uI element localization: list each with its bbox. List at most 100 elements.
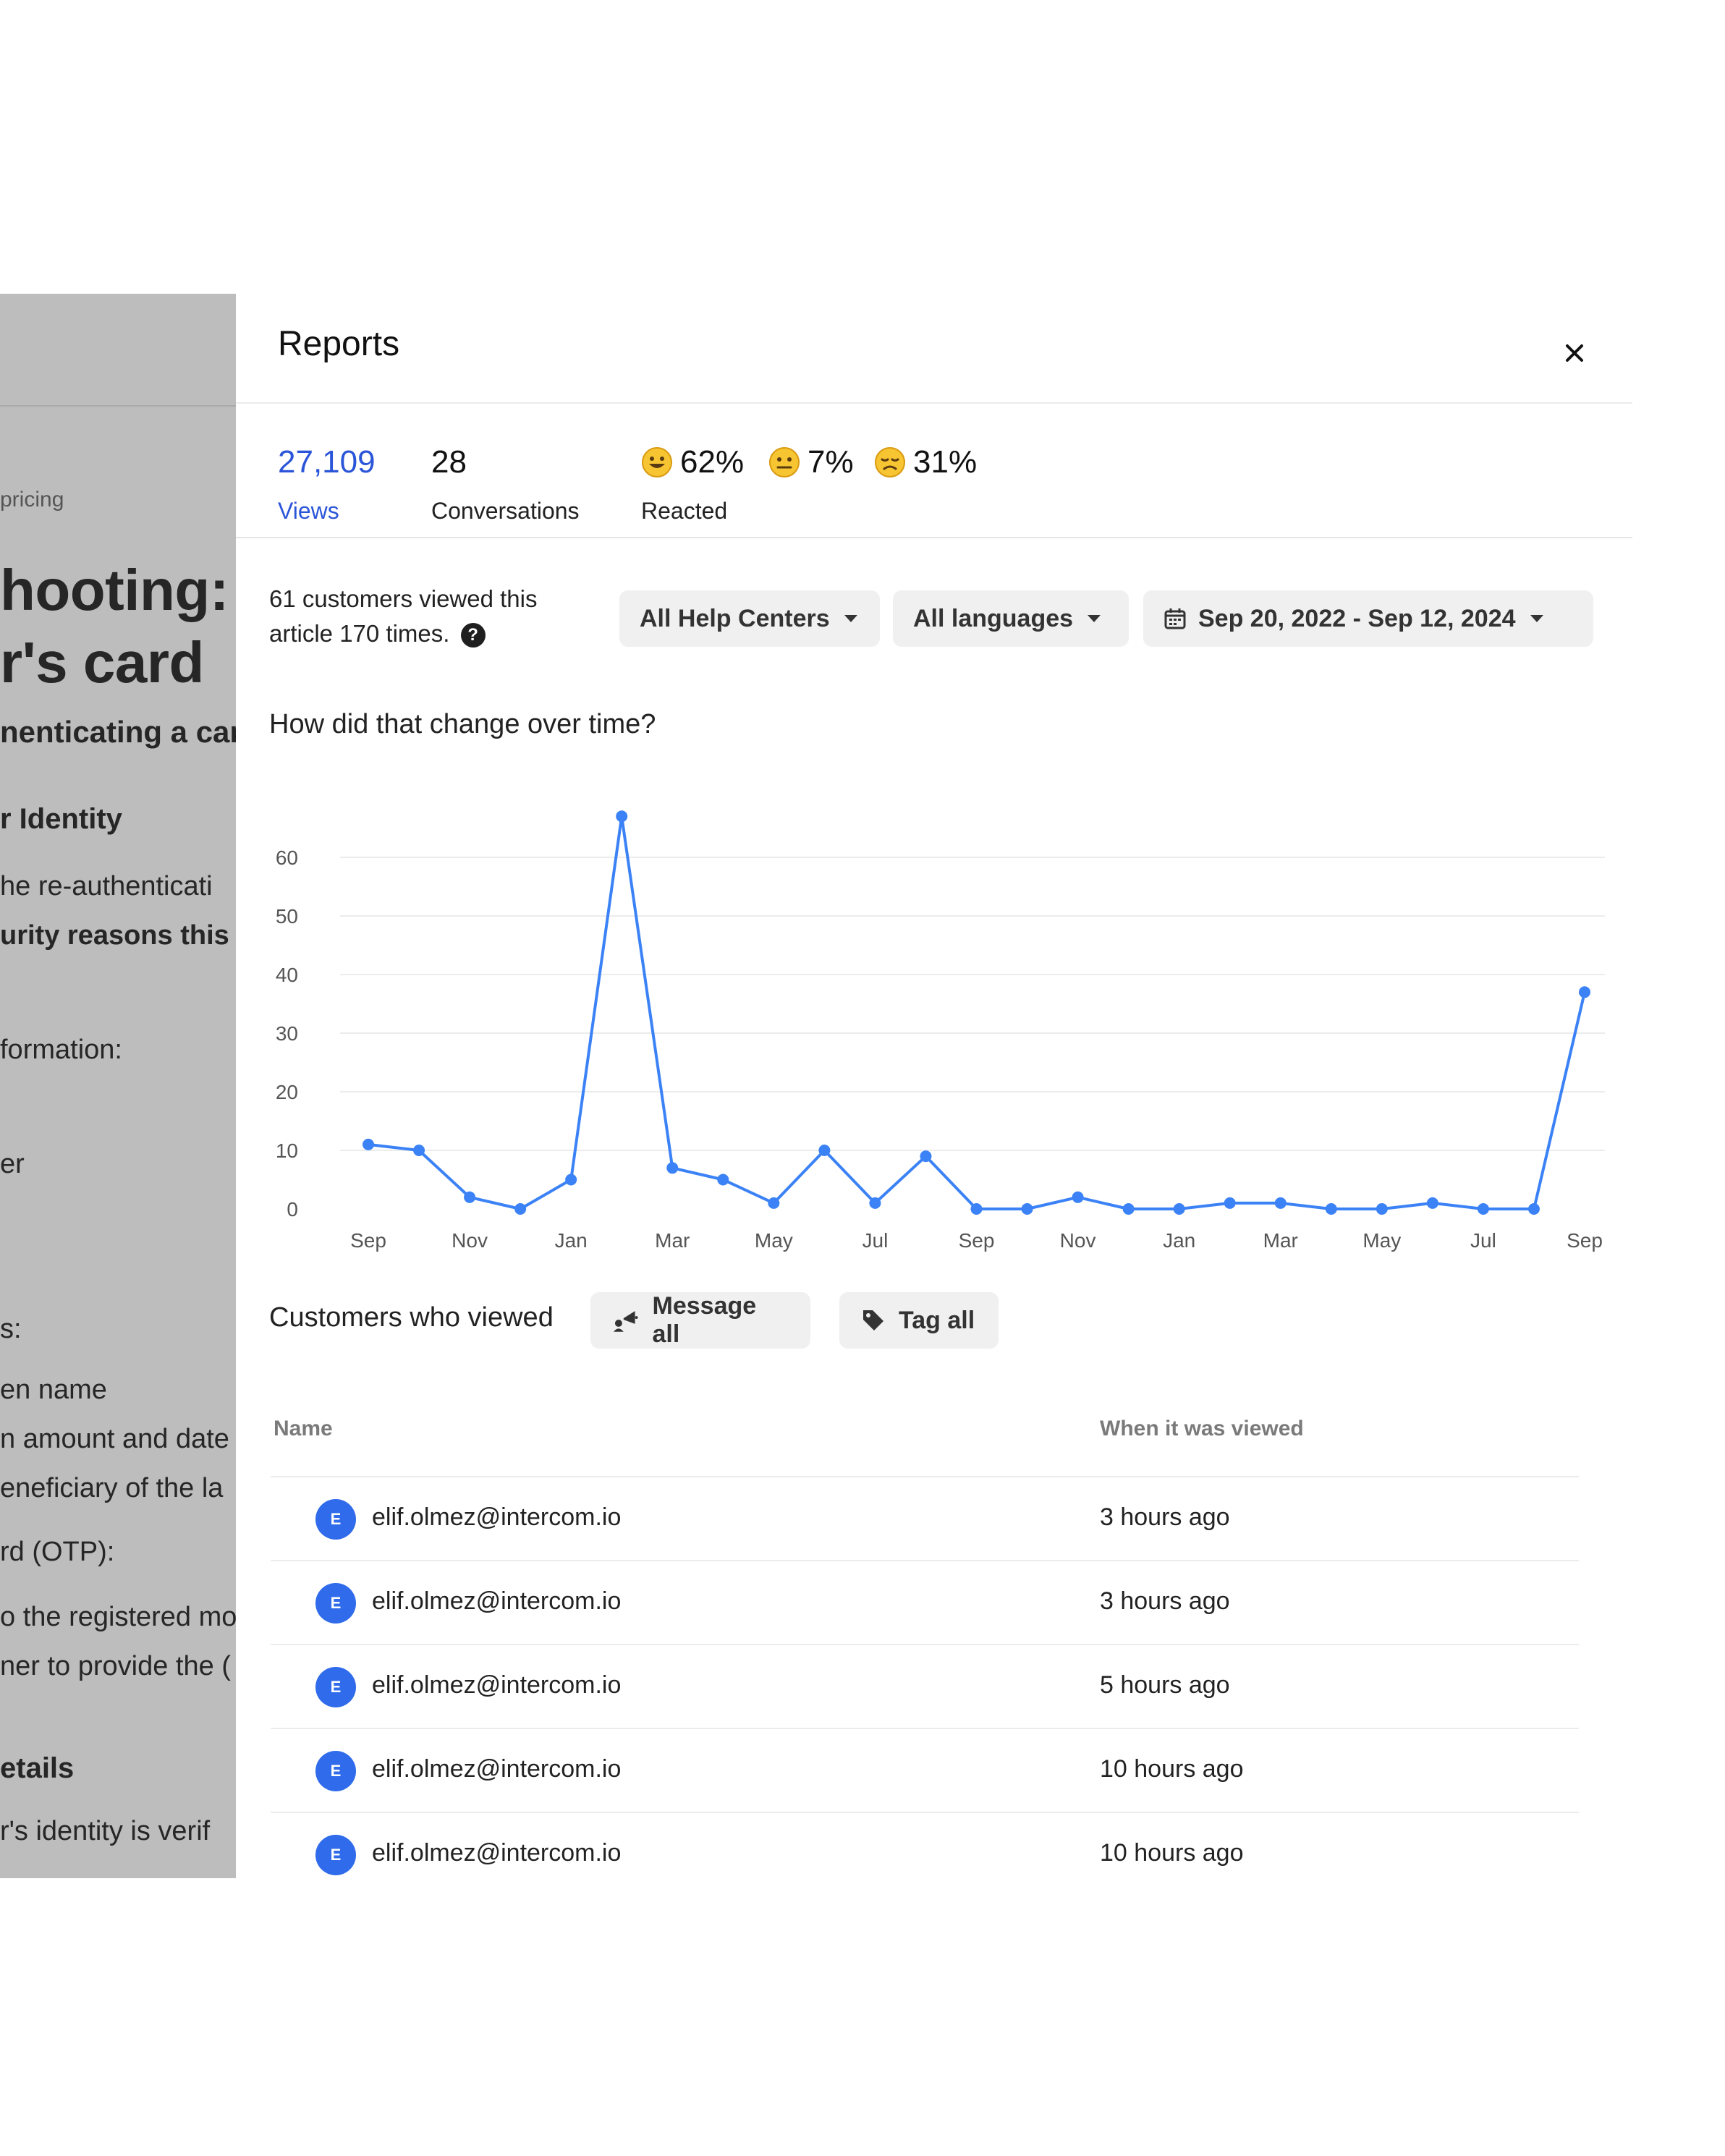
reaction-sad-value: 31%: [913, 444, 978, 480]
data-point[interactable]: [1376, 1203, 1388, 1215]
column-header-when[interactable]: When it was viewed: [1100, 1382, 1304, 1476]
table-row[interactable]: E elif.olmez@intercom.io 10 hours ago: [271, 1728, 1579, 1813]
reports-panel: Reports 27,109 Views 28 Conversations 62…: [236, 294, 1632, 1878]
date-range-label: Sep 20, 2022 - Sep 12, 2024: [1198, 604, 1516, 632]
x-tick-label: Sep: [1567, 1229, 1603, 1252]
data-point[interactable]: [514, 1203, 527, 1215]
data-point[interactable]: [1426, 1197, 1438, 1209]
x-tick-label: Sep: [350, 1229, 386, 1252]
x-tick-label: Jul: [862, 1229, 889, 1252]
heading-identity: r Identity: [0, 803, 122, 835]
conversations-value[interactable]: 28: [431, 444, 467, 480]
avatar: E: [315, 1499, 356, 1540]
reaction-happy: 62%: [641, 444, 744, 480]
close-button[interactable]: [1553, 331, 1596, 375]
reaction-neutral: 7%: [768, 444, 854, 480]
data-point[interactable]: [1224, 1197, 1236, 1209]
help-center-filter[interactable]: All Help Centers: [619, 590, 880, 647]
y-axis: 0 10 20 30 40 50 60: [276, 846, 298, 1221]
data-point[interactable]: [413, 1145, 425, 1156]
data-point[interactable]: [1527, 1203, 1540, 1215]
x-tick-label: Jul: [1470, 1229, 1496, 1252]
y-tick-label: 10: [276, 1139, 298, 1162]
avatar: E: [315, 1583, 356, 1624]
y-tick-label: 60: [276, 846, 298, 869]
date-range-filter[interactable]: Sep 20, 2022 - Sep 12, 2024: [1143, 590, 1593, 647]
x-tick-label: Jan: [1163, 1229, 1195, 1252]
stats-bar: 27,109 Views 28 Conversations 62% 7% 31%…: [236, 402, 1632, 538]
language-filter[interactable]: All languages: [893, 590, 1129, 647]
x-tick-label: Jan: [555, 1229, 588, 1252]
customer-email[interactable]: elif.olmez@intercom.io: [372, 1587, 621, 1616]
data-point[interactable]: [1173, 1203, 1185, 1215]
data-point[interactable]: [464, 1191, 476, 1203]
article-text: s:: [0, 1314, 22, 1344]
reacted-label: Reacted: [641, 498, 728, 524]
happy-face-icon: [642, 447, 672, 478]
message-all-button[interactable]: Message all: [590, 1292, 810, 1349]
y-tick-label: 50: [276, 905, 298, 928]
data-point[interactable]: [920, 1150, 932, 1163]
table-row[interactable]: E elif.olmez@intercom.io 3 hours ago: [271, 1560, 1579, 1645]
data-point[interactable]: [818, 1145, 831, 1156]
data-point[interactable]: [1021, 1203, 1033, 1215]
table-row[interactable]: E elif.olmez@intercom.io 3 hours ago: [271, 1476, 1579, 1561]
panel-title: Reports: [278, 325, 400, 363]
sad-face-icon: [875, 447, 905, 478]
customer-email[interactable]: elif.olmez@intercom.io: [372, 1503, 621, 1532]
help-icon[interactable]: ?: [460, 623, 486, 648]
data-point[interactable]: [717, 1174, 729, 1186]
y-tick-label: 0: [287, 1198, 298, 1221]
customer-email[interactable]: elif.olmez@intercom.io: [372, 1755, 621, 1783]
close-icon: [1566, 344, 1583, 362]
data-point[interactable]: [1325, 1203, 1337, 1215]
data-point[interactable]: [768, 1197, 780, 1209]
chart-grid: [340, 857, 1605, 1151]
views-label[interactable]: Views: [278, 498, 339, 525]
customer-email[interactable]: elif.olmez@intercom.io: [372, 1671, 621, 1699]
customer-email[interactable]: elif.olmez@intercom.io: [372, 1839, 621, 1867]
tag-all-button[interactable]: Tag all: [839, 1292, 999, 1349]
data-point[interactable]: [666, 1162, 679, 1174]
data-point[interactable]: [869, 1197, 881, 1209]
y-tick-label: 40: [276, 964, 298, 986]
x-axis: Sep Nov Jan Mar May Jul Sep Nov Jan Mar May Jul Sep: [350, 1229, 1603, 1252]
article-text: r's identity is verif: [0, 1816, 211, 1846]
x-tick-label: Sep: [959, 1229, 995, 1252]
data-point[interactable]: [1477, 1203, 1489, 1215]
article-text: eneficiary of the la: [0, 1473, 224, 1503]
y-tick-label: 30: [276, 1022, 298, 1045]
viewed-time: 10 hours ago: [1100, 1755, 1244, 1783]
data-point[interactable]: [616, 810, 628, 823]
y-tick-label: 20: [276, 1081, 298, 1103]
tag-all-label: Tag all: [899, 1306, 975, 1334]
language-filter-label: All languages: [913, 604, 1074, 632]
data-point[interactable]: [1072, 1191, 1084, 1203]
article-topbar: [0, 294, 236, 407]
table-row[interactable]: E elif.olmez@intercom.io 10 hours ago: [271, 1812, 1579, 1897]
message-all-label: Message all: [652, 1292, 757, 1348]
background-article: pricing hooting: r's card nenticating a …: [0, 294, 236, 1878]
x-tick-label: Nov: [452, 1229, 488, 1252]
column-header-name[interactable]: Name: [274, 1382, 333, 1476]
breadcrumb: pricing: [0, 488, 64, 512]
article-text: formation:: [0, 1035, 122, 1065]
megaphone-icon: [613, 1311, 638, 1332]
data-point[interactable]: [363, 1138, 374, 1150]
x-tick-label: Mar: [655, 1229, 690, 1252]
data-point[interactable]: [1122, 1203, 1135, 1215]
viewed-time: 3 hours ago: [1100, 1587, 1230, 1615]
summary-line1: 61 customers viewed this: [269, 585, 538, 612]
data-point[interactable]: [1274, 1197, 1287, 1209]
data-point[interactable]: [1579, 986, 1590, 998]
series-points: [363, 810, 1590, 1215]
data-point[interactable]: [565, 1174, 577, 1186]
avatar: E: [315, 1835, 356, 1875]
caret-down-icon: [844, 615, 857, 622]
table-row[interactable]: E elif.olmez@intercom.io 5 hours ago: [271, 1644, 1579, 1729]
conversations-label[interactable]: Conversations: [431, 498, 580, 525]
views-value[interactable]: 27,109: [278, 444, 376, 480]
article-text: ner to provide the (: [0, 1651, 231, 1681]
views-line-chart: 0 10 20 30 40 50 60 Sep Nov Jan Mar May Jul Sep Nov Ja…: [276, 810, 1605, 1252]
data-point[interactable]: [970, 1203, 983, 1215]
